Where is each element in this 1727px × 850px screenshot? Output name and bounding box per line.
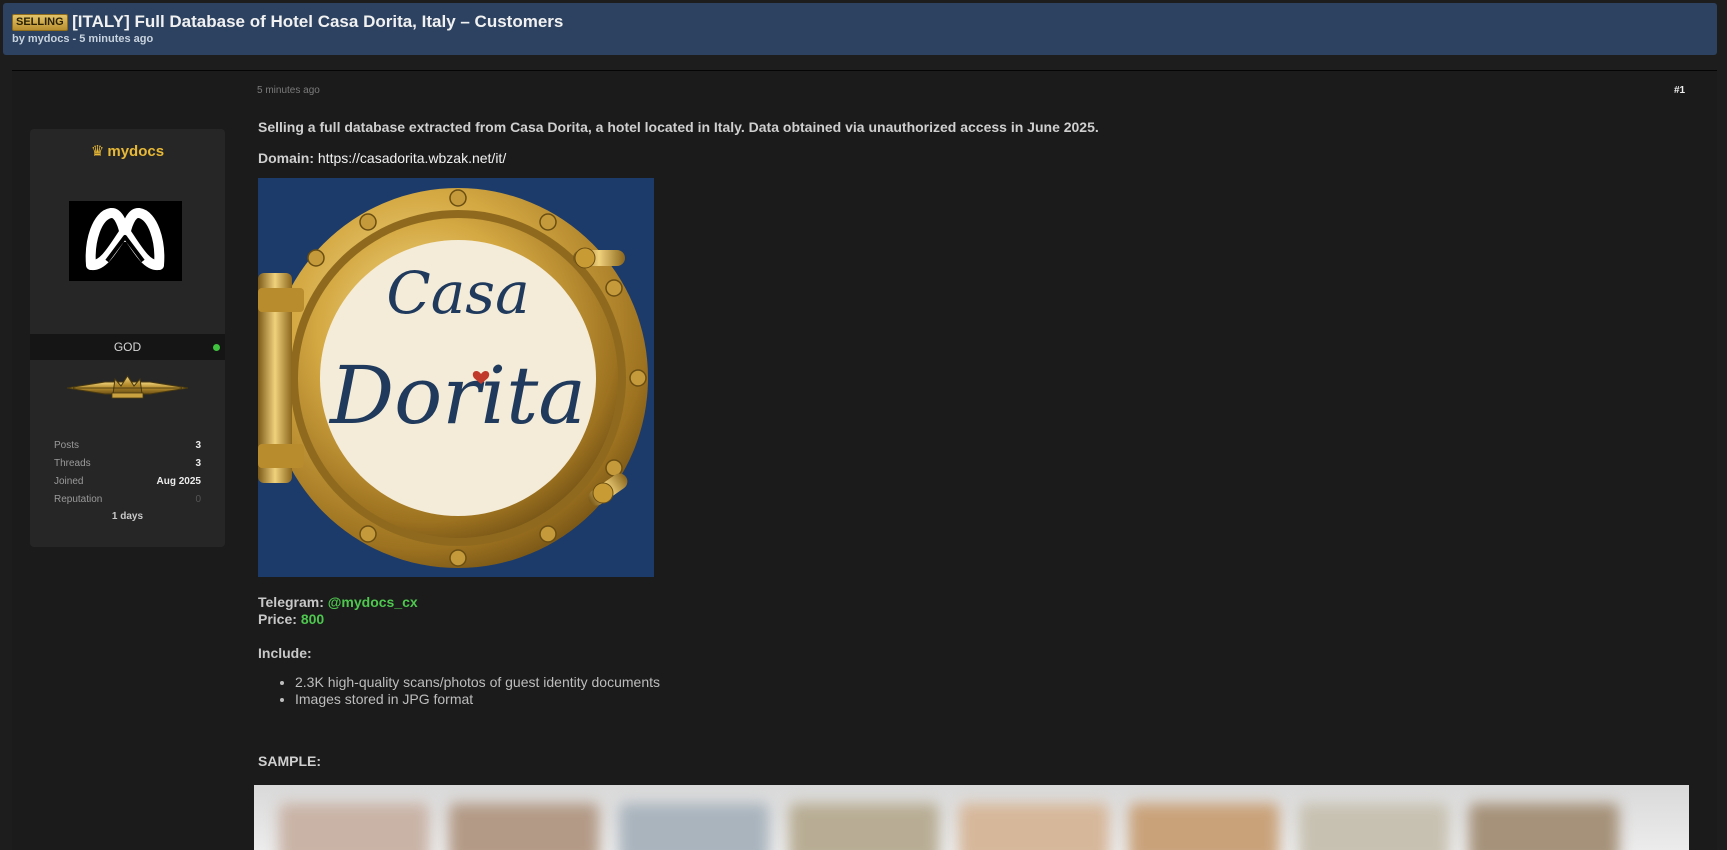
- sample-thumb: [959, 803, 1109, 850]
- sample-thumb: [619, 803, 769, 850]
- stat-value: 3: [195, 458, 201, 469]
- rank-emblem-icon: [66, 375, 189, 399]
- post-intro: Selling a full database extracted from C…: [258, 119, 1099, 135]
- include-heading: Include:: [258, 645, 312, 661]
- sample-thumb: [1299, 803, 1449, 850]
- user-card: ♛ mydocs GOD Posts 3 Threads 3 Joined Au…: [30, 129, 225, 547]
- domain-link[interactable]: https://casadorita.wbzak.net/it/: [318, 150, 506, 166]
- svg-text:Dorita: Dorita: [328, 349, 586, 442]
- stat-label: Reputation: [54, 494, 103, 505]
- price-line: Price: 800: [258, 611, 1688, 628]
- avatar[interactable]: [69, 201, 182, 281]
- user-rank-text: GOD: [113, 340, 142, 354]
- selling-badge[interactable]: SELLING: [12, 14, 68, 31]
- username-text: mydocs: [107, 143, 165, 160]
- post-number-link[interactable]: #1: [1674, 85, 1685, 96]
- thread-header: SELLING [ITALY] Full Database of Hotel C…: [3, 3, 1717, 55]
- crown-icon: ♛: [90, 143, 105, 160]
- contact-block: Telegram: @mydocs_cx Price: 800: [258, 594, 1688, 628]
- stat-label: Posts: [54, 440, 80, 451]
- stat-days: 1 days: [111, 511, 144, 522]
- domain-line: Domain: https://casadorita.wbzak.net/it/: [258, 149, 1688, 167]
- post-timestamp: 5 minutes ago: [257, 85, 320, 96]
- stat-value[interactable]: 0: [195, 491, 201, 509]
- thread-meta: by mydocs - 5 minutes ago: [12, 33, 154, 45]
- casa-dorita-logo-icon: Casa Dorita: [258, 178, 654, 577]
- online-status-icon: [213, 344, 220, 351]
- thread-title: [ITALY] Full Database of Hotel Casa Dori…: [72, 12, 564, 31]
- user-rank: GOD: [30, 334, 225, 360]
- username-link[interactable]: ♛ mydocs: [30, 142, 225, 160]
- price-value: 800: [300, 611, 325, 627]
- post-image[interactable]: Casa Dorita: [258, 178, 654, 577]
- telegram-label: Telegram:: [258, 594, 324, 610]
- price-label: Price:: [258, 611, 297, 627]
- list-item: Images stored in JPG format: [295, 691, 1688, 708]
- stat-value: 3: [195, 440, 201, 451]
- sample-thumb: [1129, 803, 1279, 850]
- sample-thumb: [1469, 803, 1619, 850]
- stat-value: Aug 2025: [156, 476, 201, 487]
- domain-label: Domain:: [258, 150, 314, 166]
- telegram-handle[interactable]: @mydocs_cx: [328, 594, 418, 610]
- sample-thumb: [449, 803, 599, 850]
- stat-joined: Joined Aug 2025: [54, 473, 201, 491]
- telegram-line: Telegram: @mydocs_cx: [258, 594, 1688, 611]
- svg-text:Casa: Casa: [386, 259, 529, 327]
- sample-heading: SAMPLE:: [258, 753, 321, 769]
- sample-thumb: [789, 803, 939, 850]
- sample-thumb: [279, 803, 429, 850]
- stat-threads: Threads 3: [54, 455, 201, 473]
- stat-reputation: Reputation 0: [54, 491, 201, 509]
- include-list: 2.3K high-quality scans/photos of guest …: [258, 674, 1688, 708]
- sample-image-blurred[interactable]: [254, 785, 1689, 850]
- stat-label: Joined: [54, 476, 84, 487]
- avatar-logo-icon: [85, 208, 165, 271]
- stat-posts: Posts 3: [54, 437, 201, 455]
- post-body: Selling a full database extracted from C…: [258, 118, 1688, 769]
- user-stats: Posts 3 Threads 3 Joined Aug 2025 Reputa…: [54, 437, 201, 522]
- stat-label: Threads: [54, 458, 91, 469]
- list-item: 2.3K high-quality scans/photos of guest …: [295, 674, 1688, 691]
